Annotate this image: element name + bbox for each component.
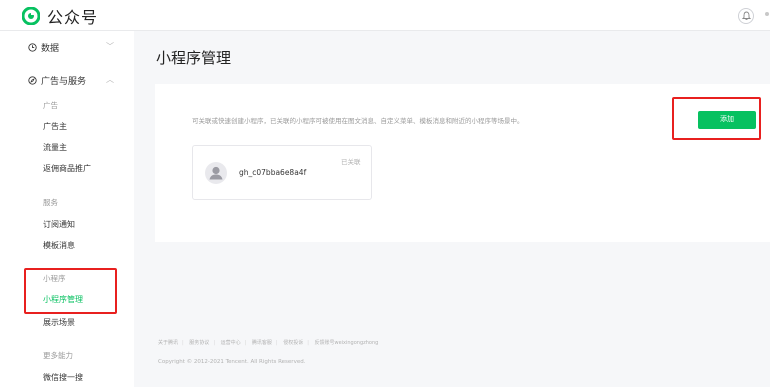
- miniprogram-name: gh_c07bba6e8a4f: [239, 168, 307, 177]
- top-bar: 公众号: [0, 0, 770, 31]
- add-miniprogram-button[interactable]: 添加: [698, 111, 756, 129]
- sidebar-item-subscription-notice[interactable]: 订阅通知: [43, 219, 75, 230]
- footer-link-terms[interactable]: 服务协议: [189, 340, 209, 346]
- miniprogram-panel: 可关联或快速创建小程序，已关联的小程序可被使用在图文消息、自定义菜单、模板消息和…: [155, 84, 770, 242]
- sidebar: 数据 ﹀ 广告与服务 ︿ 广告 广告主 流量主 返佣商品推广 服务 订阅通知 模…: [0, 31, 134, 387]
- user-icon: [209, 166, 223, 180]
- copyright: Copyright © 2012-2021 Tencent. All Right…: [158, 359, 306, 365]
- sidebar-item-display-scene[interactable]: 展示场景: [43, 317, 75, 328]
- avatar: [205, 162, 227, 184]
- sidebar-group-label: 广告与服务: [41, 77, 87, 87]
- chevron-down-icon[interactable]: ﹀: [106, 41, 114, 52]
- sidebar-item-advertiser[interactable]: 广告主: [43, 121, 67, 132]
- sidebar-item-miniprogram-manage[interactable]: 小程序管理: [43, 294, 83, 305]
- chevron-up-icon[interactable]: ︿: [106, 74, 114, 85]
- sidebar-section-miniprogram: 小程序: [43, 274, 66, 283]
- sidebar-item-template-message[interactable]: 模板消息: [43, 240, 75, 251]
- bell-icon[interactable]: [738, 8, 754, 24]
- status-badge: 已关联: [341, 158, 361, 166]
- sidebar-section-more: 更多能力: [43, 351, 73, 360]
- sidebar-section-service: 服务: [43, 198, 58, 207]
- sidebar-item-wechat-search[interactable]: 微信搜一搜: [43, 372, 83, 383]
- footer-link-about[interactable]: 关于腾讯: [158, 340, 178, 346]
- page-title: 小程序管理: [156, 49, 232, 67]
- footer-link-infringement[interactable]: 侵权投诉: [283, 340, 303, 346]
- sidebar-group-data[interactable]: 数据: [28, 41, 59, 54]
- clock-icon: [28, 43, 37, 52]
- footer-links: 关于腾讯 | 服务协议 | 运营中心 | 腾讯客服 | 侵权投诉 | 反馈账号weixin…: [158, 340, 379, 346]
- sidebar-item-traffic-owner[interactable]: 流量主: [43, 142, 67, 153]
- sidebar-item-rebate-promo[interactable]: 返佣商品推广: [43, 163, 91, 174]
- panel-description: 可关联或快速创建小程序，已关联的小程序可被使用在图文消息、自定义菜单、模板消息和…: [192, 117, 524, 125]
- highlight-box-miniprogram-nav: [24, 268, 117, 314]
- sidebar-group-ads-services[interactable]: 广告与服务: [28, 74, 86, 87]
- footer-link-ops-center[interactable]: 运营中心: [221, 340, 241, 346]
- compass-icon: [28, 76, 37, 85]
- sidebar-section-ads: 广告: [43, 101, 58, 110]
- footer-link-feedback[interactable]: 反馈账号weixingongzhong: [314, 340, 378, 346]
- brand-title[interactable]: 公众号: [47, 4, 98, 28]
- more-dot-icon[interactable]: [765, 12, 769, 16]
- wechat-official-account-logo[interactable]: [22, 7, 40, 25]
- sidebar-group-label: 数据: [41, 44, 60, 54]
- miniprogram-card[interactable]: gh_c07bba6e8a4f 已关联: [192, 145, 372, 200]
- footer-link-support[interactable]: 腾讯客服: [252, 340, 272, 346]
